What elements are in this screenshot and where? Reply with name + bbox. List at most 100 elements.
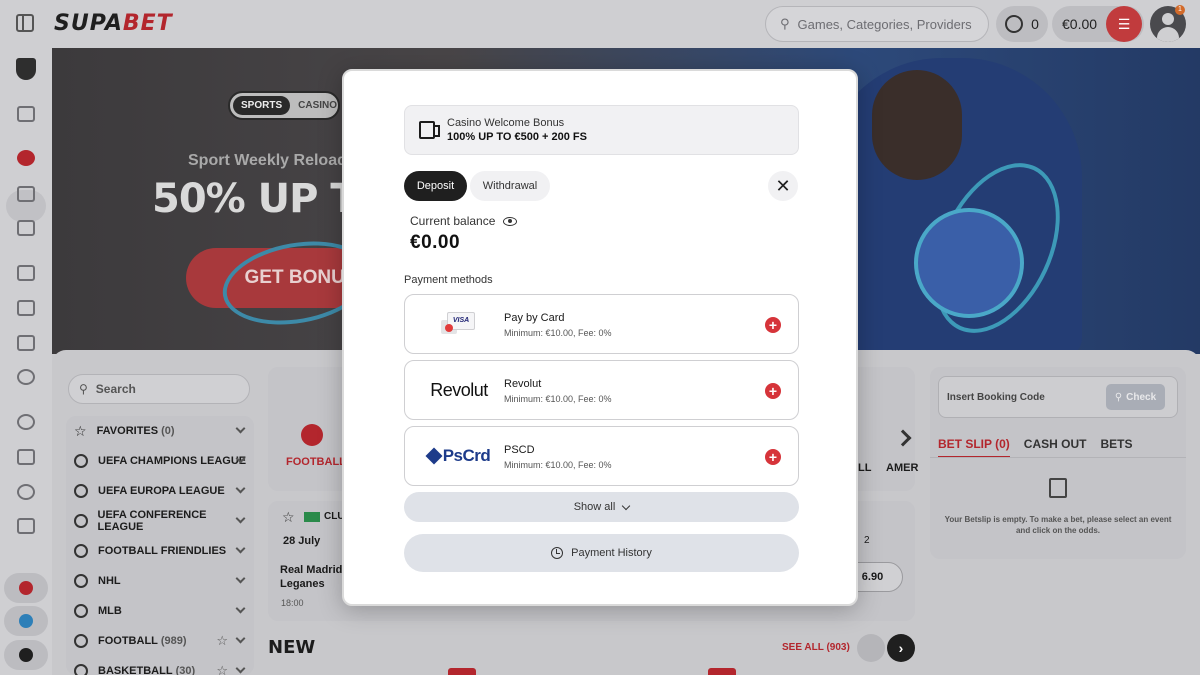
odds-value: 6.90 (861, 571, 884, 583)
payment-history-button[interactable]: Payment History (404, 534, 799, 572)
sport-label: FAVORITES (96, 425, 159, 437)
sport-label: FOOTBALL FRIENDLIES (98, 545, 227, 557)
sport-label: MLB (98, 605, 122, 617)
chevron-down-icon[interactable] (235, 603, 246, 614)
sidebar-toggle-icon[interactable] (16, 14, 34, 32)
nhl-icon (74, 574, 88, 588)
briefcase-icon[interactable] (17, 518, 35, 534)
sport-row-nhl[interactable]: NHL (74, 566, 248, 596)
telegram-button[interactable] (4, 606, 48, 636)
coin-icon (1005, 15, 1024, 33)
star-icon[interactable]: ☆ (282, 509, 295, 526)
check-label: Check (1126, 391, 1157, 403)
carousel-next-button[interactable]: › (887, 634, 915, 662)
sports-search-placeholder: Search (95, 382, 136, 396)
promo-banner[interactable]: Casino Welcome Bonus 100% UP TO €500 + 2… (404, 105, 799, 155)
chevron-down-icon[interactable] (235, 573, 246, 584)
flag-uk-icon (19, 581, 33, 595)
award-icon[interactable] (17, 414, 35, 430)
category-tab-partial[interactable]: LL (858, 462, 871, 474)
gift-icon[interactable] (17, 106, 35, 122)
chevron-down-icon[interactable] (235, 423, 246, 434)
toggle-sports[interactable]: SPORTS (233, 96, 291, 115)
sport-row-ucl[interactable]: UEFA CHAMPIONS LEAGUE (74, 446, 248, 476)
add-icon[interactable]: + (765, 317, 781, 333)
live-icon[interactable] (17, 186, 35, 202)
cards-icon[interactable] (17, 335, 35, 351)
new-section-title: NEW (268, 637, 316, 658)
trophy-icon[interactable] (17, 449, 35, 465)
payment-method-pscd[interactable]: PsCrd PSCD Minimum: €10.00, Fee: 0% + (404, 426, 799, 486)
bonus-icon (419, 121, 440, 139)
payment-method-card[interactable]: VISA Pay by Card Minimum: €10.00, Fee: 0… (404, 294, 799, 354)
carousel-prev-button[interactable] (857, 634, 885, 662)
star-icon: ☆ (74, 422, 87, 439)
sport-count: (989) (160, 635, 187, 647)
football-icon (301, 424, 323, 446)
visa-logo: VISA (415, 295, 503, 353)
global-search-input[interactable]: ⚲ Games, Categories, Providers (765, 6, 989, 42)
wallet-icon: ☰ (1117, 15, 1131, 32)
see-all-link[interactable]: SEE ALL (903) (782, 642, 850, 653)
sport-row-football[interactable]: FOOTBALL (989) ☆ (74, 626, 248, 656)
team-away[interactable]: Leganes (280, 578, 325, 590)
promo-value: 100% UP TO €500 + 200 FS (447, 131, 587, 143)
category-tab-football[interactable]: FOOTBALL (286, 424, 346, 468)
coins-value: 0 (1031, 16, 1039, 32)
supabet-logo[interactable]: SUPABET (54, 11, 173, 36)
shield-icon[interactable] (16, 58, 36, 80)
pscrd-diamond-icon (425, 447, 443, 465)
add-icon[interactable]: + (765, 449, 781, 465)
payment-method-name: PSCD (504, 444, 535, 456)
check-button[interactable]: ⚲ Check (1106, 384, 1165, 410)
global-search-placeholder: Games, Categories, Providers (797, 16, 972, 32)
virtual-icon[interactable] (17, 220, 35, 236)
team-home[interactable]: Real Madrid (280, 564, 342, 576)
language-button[interactable] (4, 573, 48, 603)
slot-icon[interactable] (17, 300, 35, 316)
chevron-down-icon[interactable] (235, 543, 246, 554)
new-badge (448, 668, 476, 675)
add-icon[interactable]: + (765, 383, 781, 399)
tab-withdrawal[interactable]: Withdrawal (470, 171, 550, 201)
chevron-down-icon[interactable] (235, 633, 246, 644)
sports-search-input[interactable]: ⚲ Search (68, 374, 250, 404)
tab-bets[interactable]: BETS (1100, 437, 1132, 458)
sports-casino-toggle[interactable]: SPORTS CASINO (228, 91, 340, 120)
chevron-down-icon[interactable] (235, 483, 246, 494)
wallet-button[interactable]: ☰ (1106, 6, 1142, 42)
speed-icon[interactable] (17, 484, 35, 500)
sport-row-basketball[interactable]: BASKETBALL (30) ☆ (74, 656, 248, 675)
sport-row-favorites[interactable]: ☆ FAVORITES (0) (74, 416, 248, 446)
betslip-empty-text: Your Betslip is empty. To make a bet, pl… (944, 515, 1172, 535)
tab-betslip[interactable]: BET SLIP (0) (938, 437, 1010, 458)
pscrd-wordmark: PsCrd (442, 446, 491, 465)
tab-cashout[interactable]: CASH OUT (1024, 437, 1087, 458)
coins-counter[interactable]: 0 (996, 6, 1048, 42)
booking-code-placeholder: Insert Booking Code (947, 391, 1045, 403)
eye-icon[interactable] (503, 216, 518, 226)
search-icon: ⚲ (79, 382, 88, 396)
notification-badge: 1 (1175, 5, 1185, 15)
star-icon[interactable]: ☆ (216, 663, 228, 675)
ticket-icon[interactable] (17, 265, 35, 281)
payment-method-revolut[interactable]: Revolut Revolut Minimum: €10.00, Fee: 0%… (404, 360, 799, 420)
football-icon[interactable] (17, 150, 35, 166)
sport-row-mlb[interactable]: MLB (74, 596, 248, 626)
toggle-casino[interactable]: CASINO (290, 96, 345, 115)
puzzle-icon[interactable] (17, 369, 35, 385)
chevron-down-icon[interactable] (235, 663, 246, 674)
sport-count: (30) (175, 665, 196, 675)
help-icon (19, 648, 33, 662)
sport-row-uel[interactable]: UEFA EUROPA LEAGUE (74, 476, 248, 506)
show-all-button[interactable]: Show all (404, 492, 799, 522)
sport-label: UEFA EUROPA LEAGUE (98, 485, 225, 497)
sport-row-friendlies[interactable]: FOOTBALL FRIENDLIES (74, 536, 248, 566)
tab-deposit[interactable]: Deposit (404, 171, 467, 201)
close-icon[interactable]: ✕ (768, 171, 798, 201)
help-button[interactable] (4, 640, 48, 670)
category-tab-american[interactable]: AMER (886, 462, 918, 474)
sport-row-uecl[interactable]: UEFA CONFERENCE LEAGUE (74, 506, 248, 536)
hero-subtitle: Sport Weekly Reload B (188, 152, 363, 169)
star-icon[interactable]: ☆ (216, 633, 228, 649)
